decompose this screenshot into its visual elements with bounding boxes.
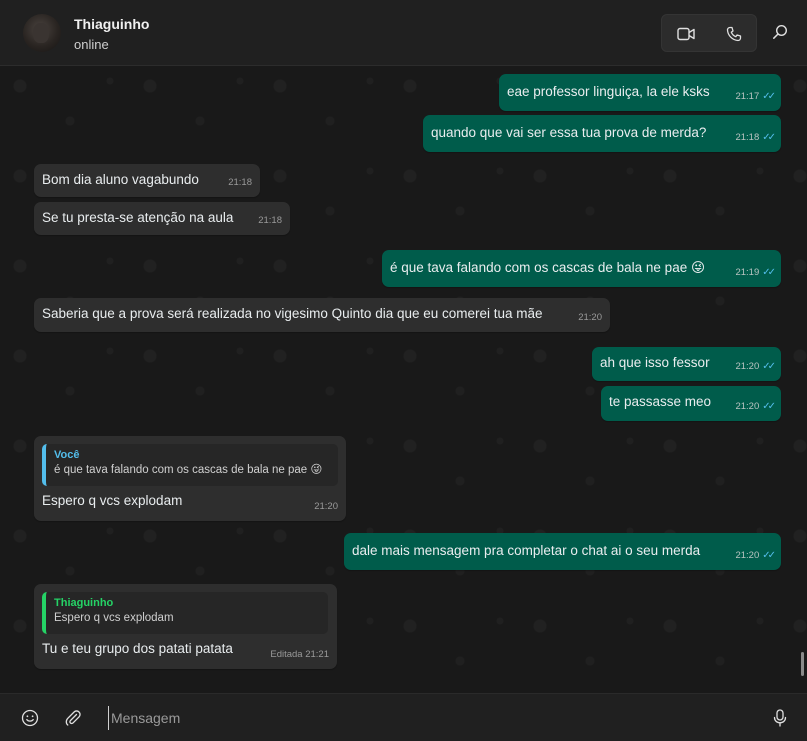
search-icon [772,24,788,40]
message-meta: 21:19 ✓✓ [735,264,776,282]
message-outgoing[interactable]: te passasse meo 21:20 ✓✓ [601,386,781,421]
message-composer [0,693,807,741]
search-button[interactable] [768,20,792,44]
message-time: 21:20 [314,501,338,512]
scrollbar-thumb[interactable] [801,652,804,676]
message-text: Bom dia aluno vagabundo [42,172,199,187]
message-meta: 21:20 ✓✓ [735,398,776,416]
message-time: 21:17 [735,91,760,102]
message-meta: 21:20 ✓✓ [735,547,776,565]
attach-button[interactable] [60,705,86,731]
read-ticks-icon: ✓✓ [762,91,776,102]
message-time: 21:18 [258,215,282,226]
read-ticks-icon: ✓✓ [762,132,776,143]
message-time: 21:20 [735,550,760,561]
message-time: 21:18 [735,132,760,143]
read-ticks-icon: ✓✓ [762,267,776,278]
message-time-edited: Editada 21:21 [270,649,329,660]
read-ticks-icon: ✓✓ [762,401,776,412]
quoted-message[interactable]: Thiaguinho Espero q vcs explodam [42,592,328,634]
message-outgoing[interactable]: ah que isso fessor 21:20 ✓✓ [592,347,781,381]
message-outgoing[interactable]: quando que vai ser essa tua prova de mer… [423,115,781,152]
microphone-icon [773,709,787,727]
quoted-author: Thiaguinho [54,597,114,609]
message-incoming-reply[interactable]: Thiaguinho Espero q vcs explodam Tu e te… [34,584,337,669]
message-outgoing[interactable]: é que tava falando com os cascas de bala… [382,250,781,287]
message-text: eae professor linguiça, la ele ksks [507,84,710,99]
message-outgoing[interactable]: dale mais mensagem pra completar o chat … [344,533,781,570]
message-text: ah que isso fessor [600,355,710,370]
contact-name[interactable]: Thiaguinho [74,16,149,32]
message-text: Saberia que a prova será realizada no vi… [42,306,543,321]
contact-status: online [74,37,109,52]
message-outgoing[interactable]: eae professor linguiça, la ele ksks 21:1… [499,74,781,111]
quoted-message[interactable]: Você é que tava falando com os cascas de… [42,444,338,486]
emoji-button[interactable] [17,705,43,731]
message-incoming[interactable]: Bom dia aluno vagabundo 21:18 [34,164,260,197]
message-text: Espero q vcs explodam [42,493,183,508]
call-buttons [661,14,757,52]
quoted-text: Espero q vcs explodam [54,612,174,624]
message-meta: 21:18 ✓✓ [735,129,776,147]
message-time: 21:19 [735,267,760,278]
quoted-author: Você [54,449,80,461]
voice-call-button[interactable] [710,15,758,53]
read-ticks-icon: ✓✓ [762,361,776,372]
message-text: Se tu presta-se atenção na aula [42,210,234,225]
message-time: 21:20 [578,312,602,323]
emoji-icon [21,709,39,727]
whatsapp-window: Thiaguinho online eae professor linguiça… [0,0,807,741]
voice-call-icon [726,26,742,42]
message-text: Tu e teu grupo dos patati patata [42,641,233,656]
read-ticks-icon: ✓✓ [762,550,776,561]
message-incoming[interactable]: Saberia que a prova será realizada no vi… [34,298,610,332]
message-input[interactable] [108,706,751,730]
quoted-text: é que tava falando com os cascas de bala… [54,464,323,476]
message-list[interactable]: eae professor linguiça, la ele ksks 21:1… [0,66,807,693]
chat-header: Thiaguinho online [0,0,807,66]
message-text: quando que vai ser essa tua prova de mer… [431,125,707,140]
voice-message-button[interactable] [767,705,793,731]
message-meta: 21:20 ✓✓ [735,358,776,376]
message-text: é que tava falando com os cascas de bala… [390,260,706,275]
message-time: 21:20 [735,401,760,412]
paperclip-icon [64,709,82,727]
message-time: 21:18 [228,177,252,188]
message-time: 21:20 [735,361,760,372]
video-call-icon [677,27,695,41]
message-incoming-reply[interactable]: Você é que tava falando com os cascas de… [34,436,346,521]
message-meta: 21:17 ✓✓ [735,88,776,106]
contact-avatar[interactable] [23,14,61,52]
message-incoming[interactable]: Se tu presta-se atenção na aula 21:18 [34,202,290,235]
message-text: te passasse meo [609,394,712,409]
video-call-button[interactable] [662,15,710,53]
message-text: dale mais mensagem pra completar o chat … [352,543,701,558]
